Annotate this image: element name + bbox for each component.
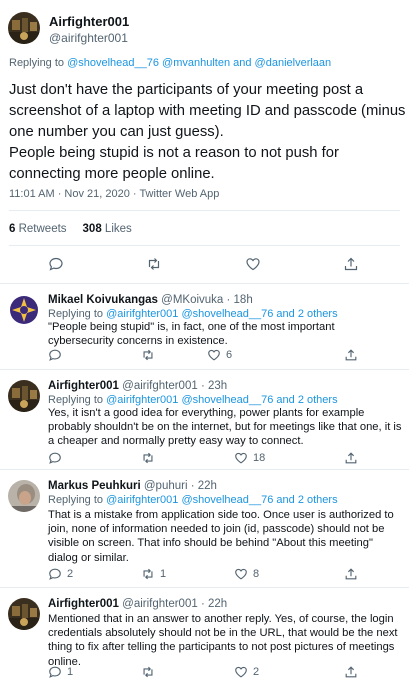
likes-stat[interactable]: 308 Likes: [83, 223, 132, 235]
tweet-timestamp[interactable]: 11:01 AM · Nov 21, 2020 · Twitter Web Ap…: [9, 188, 219, 200]
reply-action-bar: 18: [0, 451, 409, 467]
author-avatar[interactable]: [8, 12, 40, 44]
reply-time[interactable]: · 23h: [201, 380, 227, 392]
reply-header: Airfighter001 @airifghter001 · 23h: [48, 380, 227, 392]
divider: [9, 245, 400, 246]
retweet-icon[interactable]: [141, 451, 155, 465]
avatar[interactable]: [8, 294, 40, 326]
retweets-count: 6: [9, 223, 16, 235]
replying-to: Replying to @airifghter001 @shovelhead__…: [48, 494, 338, 506]
engagement-counts: 6 Retweets 308 Likes: [9, 223, 132, 235]
avatar[interactable]: [8, 480, 40, 512]
reply-author-name[interactable]: Airfighter001: [48, 380, 119, 392]
divider: [9, 210, 400, 211]
reply-header: Airfighter001 @airifghter001 · 22h: [48, 598, 227, 610]
retweet-icon[interactable]: [141, 665, 155, 679]
replying-to-handles[interactable]: @shovelhead__76 @mvanhulten and @danielv…: [67, 57, 331, 69]
author-handle[interactable]: @airifghter001: [49, 31, 128, 45]
reply-icon[interactable]: [48, 256, 64, 272]
reply-text: That is a mistake from application side …: [48, 509, 394, 564]
reply-author-handle[interactable]: @airifghter001: [122, 380, 198, 392]
reply-author-name[interactable]: Mikael Koivukangas: [48, 294, 158, 306]
replying-to: Replying to @shovelhead__76 @mvanhulten …: [9, 57, 331, 69]
retweet-icon[interactable]: [141, 567, 155, 581]
reply-author-name[interactable]: Markus Peuhkuri: [48, 480, 141, 492]
like-icon[interactable]: [234, 567, 248, 581]
reply-tweet[interactable]: Airfighter001 @airifghter001 · 22h Menti…: [0, 588, 409, 690]
like-icon[interactable]: [234, 665, 248, 679]
reply-action-bar: 6: [0, 348, 409, 364]
author-name[interactable]: Airfighter001: [49, 14, 129, 29]
replying-to-handles[interactable]: @airifghter001 @shovelhead__76 and 2 oth…: [106, 394, 338, 406]
retweet-icon[interactable]: [146, 256, 162, 272]
reply-icon[interactable]: [48, 348, 62, 362]
retweet-count: 1: [160, 568, 167, 580]
reply-text: "People being stupid" is, in fact, one o…: [48, 321, 335, 348]
replying-to-handles[interactable]: @airifghter001 @shovelhead__76 and 2 oth…: [106, 494, 338, 506]
reply-tweet[interactable]: Airfighter001 @airifghter001 · 23h Reply…: [0, 370, 409, 470]
main-action-bar: [0, 254, 409, 274]
retweets-stat[interactable]: 6 Retweets: [9, 223, 67, 235]
like-count: 6: [226, 349, 233, 361]
replying-to-prefix: Replying to: [48, 494, 107, 506]
reply-header: Markus Peuhkuri @puhuri · 22h: [48, 480, 217, 492]
replying-to: Replying to @airifghter001 @shovelhead__…: [48, 394, 338, 406]
reply-icon[interactable]: [48, 665, 62, 679]
reply-action-bar: 2 1 8: [0, 567, 409, 583]
reply-action-bar: 1 2: [0, 665, 409, 681]
reply-time[interactable]: · 18h: [227, 294, 253, 306]
like-count: 18: [253, 452, 266, 464]
likes-count: 308: [82, 223, 102, 235]
reply-text: Mentioned that in an answer to another r…: [48, 613, 398, 668]
share-icon[interactable]: [344, 451, 358, 465]
retweets-label: Retweets: [18, 223, 67, 235]
reply-text: Yes, it isn't a good idea for everything…: [48, 407, 402, 448]
replying-to-prefix: Replying to: [9, 57, 68, 69]
tweet-thread-page: Airfighter001 @airifghter001 Replying to…: [0, 0, 409, 690]
tweet-body: Just don't have the participants of your…: [9, 82, 406, 182]
replying-to-handles[interactable]: @airifghter001 @shovelhead__76 and 2 oth…: [106, 308, 338, 320]
replying-to-prefix: Replying to: [48, 308, 107, 320]
reply-count: 2: [67, 568, 74, 580]
reply-author-name[interactable]: Airfighter001: [48, 598, 119, 610]
share-icon[interactable]: [344, 567, 358, 581]
replying-to: Replying to @airifghter001 @shovelhead__…: [48, 308, 338, 320]
likes-label: Likes: [104, 223, 132, 235]
reply-header: Mikael Koivukangas @MKoivuka · 18h: [48, 294, 253, 306]
reply-tweet[interactable]: Markus Peuhkuri @puhuri · 22h Replying t…: [0, 470, 409, 588]
reply-time[interactable]: · 22h: [201, 598, 227, 610]
like-count: 8: [253, 568, 260, 580]
reply-tweet[interactable]: Mikael Koivukangas @MKoivuka · 18h Reply…: [0, 284, 409, 370]
replying-to-prefix: Replying to: [48, 394, 107, 406]
share-icon[interactable]: [344, 348, 358, 362]
avatar[interactable]: [8, 380, 40, 412]
reply-icon[interactable]: [48, 451, 62, 465]
main-tweet: Airfighter001 @airifghter001 Replying to…: [0, 0, 409, 284]
reply-author-handle[interactable]: @MKoivuka: [161, 294, 223, 306]
share-icon[interactable]: [343, 256, 359, 272]
reply-author-handle[interactable]: @puhuri: [144, 480, 188, 492]
like-count: 2: [253, 666, 260, 678]
like-icon[interactable]: [245, 256, 261, 272]
like-icon[interactable]: [234, 451, 248, 465]
avatar[interactable]: [8, 598, 40, 630]
retweet-icon[interactable]: [141, 348, 155, 362]
share-icon[interactable]: [344, 665, 358, 679]
reply-time[interactable]: · 22h: [191, 480, 217, 492]
reply-author-handle[interactable]: @airifghter001: [122, 598, 198, 610]
reply-icon[interactable]: [48, 567, 62, 581]
like-icon[interactable]: [207, 348, 221, 362]
reply-count: 1: [67, 666, 74, 678]
